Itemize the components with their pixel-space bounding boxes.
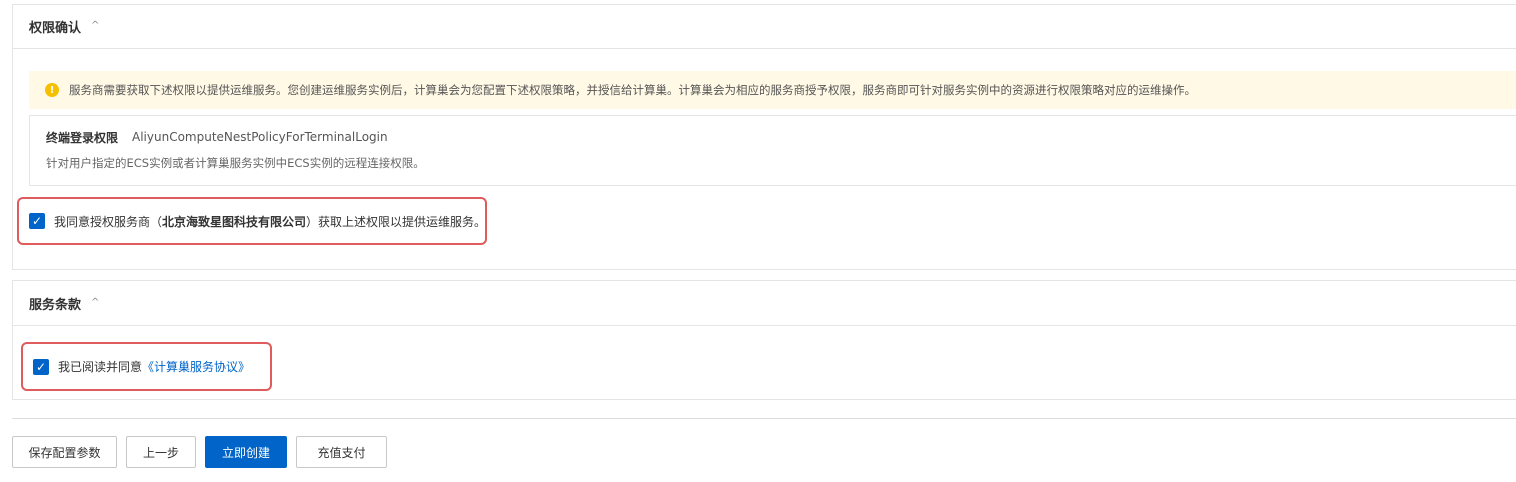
- page: 权限确认 ^ ! 服务商需要获取下述权限以提供运维服务。您创建运维服务实例后，计…: [0, 0, 1516, 482]
- chevron-up-icon[interactable]: ^: [91, 297, 99, 308]
- notice-text: 服务商需要获取下述权限以提供运维服务。您创建运维服务实例后，计算巢会为您配置下述…: [69, 83, 1196, 97]
- authorize-checkbox[interactable]: ✓: [29, 213, 45, 229]
- service-agreement-link[interactable]: 《计算巢服务协议》: [142, 360, 250, 374]
- previous-step-button[interactable]: 上一步: [126, 436, 196, 468]
- footer-actions: 保存配置参数 上一步 立即创建 充值支付: [12, 436, 387, 468]
- permission-section: 权限确认 ^ ! 服务商需要获取下述权限以提供运维服务。您创建运维服务实例后，计…: [12, 4, 1516, 270]
- authorize-label[interactable]: 我同意授权服务商（北京海致星图科技有限公司）获取上述权限以提供运维服务。: [54, 213, 486, 230]
- terms-agreement: ✓ 我已阅读并同意《计算巢服务协议》: [21, 342, 272, 391]
- permission-title: 权限确认: [29, 21, 82, 36]
- chevron-up-icon[interactable]: ^: [91, 20, 99, 31]
- authorize-agreement: ✓ 我同意授权服务商（北京海致星图科技有限公司）获取上述权限以提供运维服务。: [17, 197, 487, 245]
- terms-title: 服务条款: [29, 297, 82, 313]
- permission-notice: ! 服务商需要获取下述权限以提供运维服务。您创建运维服务实例后，计算巢会为您配置…: [29, 71, 1516, 109]
- terms-label[interactable]: 我已阅读并同意《计算巢服务协议》: [58, 358, 250, 375]
- authorize-suffix: ）获取上述权限以提供运维服务。: [306, 214, 487, 229]
- policy-name: 终端登录权限: [46, 130, 119, 145]
- warning-icon: !: [45, 83, 59, 97]
- terms-header[interactable]: 服务条款 ^: [13, 281, 1516, 326]
- terms-prefix: 我已阅读并同意: [58, 360, 143, 374]
- recharge-pay-button[interactable]: 充值支付: [296, 436, 387, 468]
- save-config-button[interactable]: 保存配置参数: [12, 436, 117, 468]
- authorize-prefix: 我同意授权服务商（: [54, 214, 163, 229]
- footer-divider: [12, 418, 1516, 419]
- permission-header[interactable]: 权限确认 ^: [13, 5, 1516, 49]
- policy-id: AliyunComputeNestPolicyForTerminalLogin: [132, 130, 388, 144]
- terms-section: 服务条款 ^ ✓ 我已阅读并同意《计算巢服务协议》: [12, 280, 1516, 400]
- terms-checkbox[interactable]: ✓: [33, 358, 49, 375]
- create-now-button[interactable]: 立即创建: [205, 436, 287, 468]
- provider-name: 北京海致星图科技有限公司: [162, 214, 307, 229]
- policy-description: 针对用户指定的ECS实例或者计算巢服务实例中ECS实例的远程连接权限。: [46, 156, 425, 170]
- policy-card: 终端登录权限 AliyunComputeNestPolicyForTermina…: [29, 115, 1516, 186]
